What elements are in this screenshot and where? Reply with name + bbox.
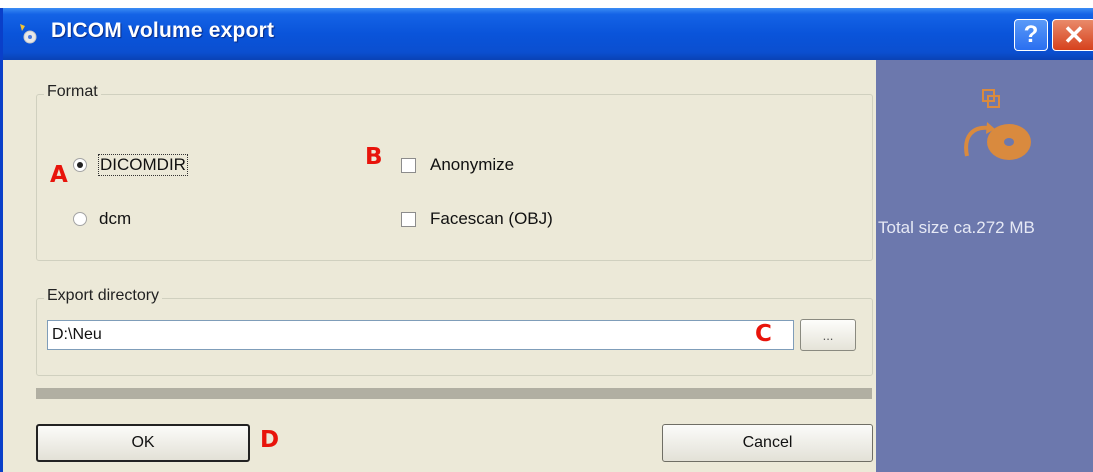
disc-export-icon (964, 89, 1031, 160)
title-bar[interactable]: DICOM volume export ? ✕ (3, 8, 1093, 60)
checkbox-facescan-box[interactable] (401, 211, 416, 227)
side-panel: Total size ca.272 MB (876, 60, 1093, 472)
checkbox-anonymize-label: Anonymize (430, 155, 515, 174)
progress-bar (36, 388, 872, 399)
window-title: DICOM volume export (51, 19, 275, 42)
annotation-a: A (50, 162, 68, 188)
checkbox-anonymize[interactable]: Anonymize (401, 155, 514, 175)
checkbox-facescan[interactable]: Facescan (OBJ) (401, 209, 553, 229)
annotation-c: C (755, 321, 772, 347)
close-button[interactable]: ✕ (1052, 19, 1093, 51)
radio-dicomdir-indicator[interactable] (73, 158, 87, 172)
export-directory-input[interactable] (47, 320, 794, 350)
format-groupbox: Format (36, 83, 873, 261)
radio-dcm[interactable]: dcm (73, 209, 131, 229)
browse-button[interactable]: ... (800, 319, 856, 351)
ok-button[interactable]: OK (36, 424, 250, 462)
radio-dcm-indicator[interactable] (73, 212, 87, 226)
radio-dcm-label: dcm (99, 209, 132, 228)
radio-dicomdir-label: DICOMDIR (98, 154, 188, 176)
help-button[interactable]: ? (1014, 19, 1048, 51)
export-directory-title: Export directory (44, 287, 163, 305)
total-size-text: Total size ca.272 MB (878, 218, 1035, 237)
dialog-window: DICOM volume export ? ✕ Format DICOMDIR … (0, 8, 1093, 472)
cancel-button[interactable]: Cancel (662, 424, 873, 462)
app-icon (20, 24, 37, 44)
annotation-d: D (260, 427, 280, 453)
checkbox-anonymize-box[interactable] (401, 157, 416, 173)
checkbox-facescan-label: Facescan (OBJ) (430, 209, 553, 228)
format-group-title: Format (44, 83, 101, 101)
radio-dicomdir[interactable]: DICOMDIR (73, 154, 188, 176)
annotation-b: B (365, 144, 383, 170)
